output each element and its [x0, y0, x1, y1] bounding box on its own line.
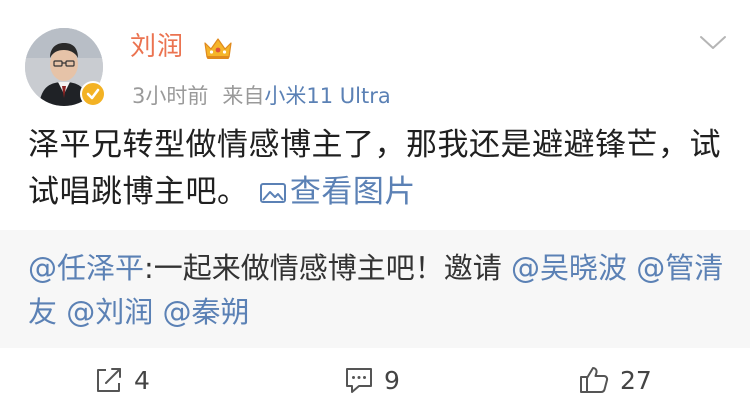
comment-icon [346, 368, 372, 393]
post-meta: 3小时前 来自小米11 Ultra [132, 82, 391, 110]
weibo-post-card: 刘润 3小时前 来自小米11 Ultra 泽平兄转型做情感博主了，那我还是避避锋芒… [0, 0, 750, 417]
comment-count: 9 [384, 365, 400, 395]
comment-button[interactable]: 9 [344, 362, 400, 398]
mention-link[interactable]: @刘润 [66, 295, 153, 329]
repost-count: 4 [134, 365, 150, 395]
source-prefix: 来自 [222, 84, 265, 108]
chevron-down-icon[interactable] [698, 32, 728, 54]
repost-button[interactable]: 4 [94, 362, 150, 398]
action-bar: 4 9 27 [0, 348, 750, 417]
like-button[interactable]: 27 [578, 362, 652, 398]
mention-link[interactable]: @吴晓波 [511, 251, 627, 285]
view-pictures-link[interactable]: 查看图片 [259, 174, 416, 210]
mention-link[interactable]: @秦朔 [162, 295, 249, 329]
repost-separator: : [144, 251, 154, 285]
thumbs-up-icon [580, 367, 609, 393]
share-icon [97, 368, 121, 392]
author-name[interactable]: 刘润 [130, 30, 184, 64]
post-time: 3小时前 [132, 84, 209, 108]
verified-badge-icon [80, 81, 106, 107]
repost-text: @任泽平:一起来做情感博主吧！邀请 @吴晓波 @管清友 @刘润 @秦朔 [28, 246, 728, 334]
image-icon [259, 183, 286, 203]
crown-icon[interactable] [202, 34, 234, 62]
repost-body: 一起来做情感博主吧！邀请 [153, 251, 512, 285]
post-text: 泽平兄转型做情感博主了，那我还是避避锋芒，试试唱跳博主吧。 查看图片 [28, 122, 728, 216]
post-source[interactable]: 小米11 Ultra [264, 84, 390, 108]
like-count: 27 [620, 365, 652, 395]
repost-author-mention[interactable]: @任泽平 [28, 251, 144, 285]
view-pictures-label: 查看图片 [289, 174, 416, 210]
repost-box[interactable]: @任泽平:一起来做情感博主吧！邀请 @吴晓波 @管清友 @刘润 @秦朔 [0, 230, 750, 348]
